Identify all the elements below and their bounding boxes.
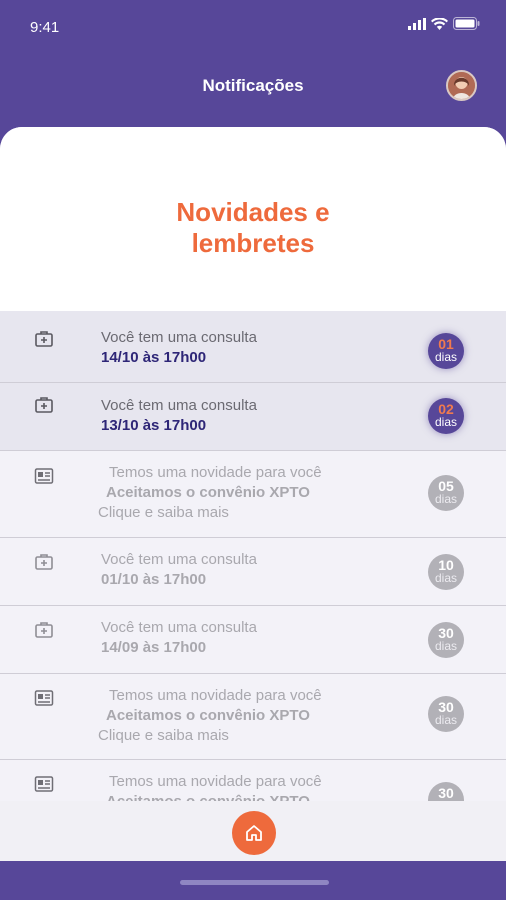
bottom-tab-bar [0, 801, 506, 861]
medical-case-icon [35, 554, 53, 570]
days-count: 02 [438, 401, 454, 417]
notification-title: Você tem uma consulta [101, 397, 257, 414]
days-badge: 10 dias [428, 554, 464, 590]
avatar-photo [448, 72, 475, 99]
notifications-sheet: Novidades e lembretes Você tem uma consu… [0, 127, 506, 861]
days-unit: dias [434, 415, 457, 429]
news-card-icon [34, 776, 54, 792]
notification-cta[interactable]: Clique e saiba mais [98, 726, 322, 746]
days-badge: 02 dias [428, 398, 464, 434]
notification-detail: 01/10 às 17h00 [101, 571, 207, 588]
days-badge: 01 dias [428, 333, 464, 369]
notification-title: Temos uma novidade para você [109, 464, 322, 481]
notification-detail: 13/10 às 17h00 [101, 417, 207, 434]
notification-text: Você tem uma consulta 01/10 às 17h00 [101, 550, 257, 590]
notification-text: Temos uma novidade para você Aceitamos o… [98, 463, 322, 523]
notification-detail: Aceitamos o convênio XPTO [106, 484, 310, 501]
days-count: 05 [438, 478, 454, 494]
notification-text: Você tem uma consulta 14/10 às 17h00 [101, 328, 257, 368]
notification-item[interactable]: Você tem uma consulta 01/10 às 17h00 10 … [0, 538, 506, 606]
notification-item[interactable]: Temos uma novidade para você Aceitamos o… [0, 760, 506, 801]
home-button[interactable] [232, 811, 276, 855]
days-count: 30 [438, 625, 454, 641]
home-indicator[interactable] [180, 880, 329, 885]
notification-detail: Aceitamos o convênio XPTO [98, 792, 322, 801]
days-count: 30 [438, 699, 454, 715]
app-header: Notificações [0, 52, 506, 127]
hero-section: Novidades e lembretes [0, 127, 506, 311]
notification-title: Você tem uma consulta [101, 329, 257, 346]
page-title: Notificações [202, 76, 304, 95]
notification-item[interactable]: Temos uma novidade para você Aceitamos o… [0, 674, 506, 760]
days-unit: dias [434, 713, 457, 727]
medical-case-icon [35, 397, 53, 413]
days-unit: dias [434, 571, 457, 585]
notification-text: Você tem uma consulta 13/10 às 17h00 [101, 396, 257, 436]
notification-detail: 14/10 às 17h00 [101, 349, 207, 366]
notification-list[interactable]: Você tem uma consulta 14/10 às 17h00 01 … [0, 311, 506, 801]
avatar[interactable] [446, 70, 477, 101]
notification-item[interactable]: Você tem uma consulta 13/10 às 17h00 02 … [0, 383, 506, 451]
days-unit: dias [434, 350, 457, 364]
days-unit: dias [434, 639, 457, 653]
notification-item[interactable]: Temos uma novidade para você Aceitamos o… [0, 451, 506, 538]
notification-text: Você tem uma consulta 14/09 às 17h00 [101, 618, 257, 658]
news-card-icon [34, 468, 54, 484]
days-count: 30 [438, 785, 454, 801]
notification-title: Você tem uma consulta [101, 619, 257, 636]
notification-text: Temos uma novidade para você Aceitamos o… [98, 686, 322, 746]
notification-detail: Aceitamos o convênio XPTO [106, 707, 310, 724]
notification-detail: 14/09 às 17h00 [101, 639, 207, 656]
notification-title: Temos uma novidade para você [109, 773, 322, 790]
status-bar: 9:41 [0, 0, 506, 52]
status-icons [408, 17, 480, 30]
days-unit: dias [434, 492, 457, 506]
notification-item[interactable]: Você tem uma consulta 14/09 às 17h00 30 … [0, 606, 506, 674]
battery-icon [453, 17, 480, 30]
medical-case-icon [35, 331, 53, 347]
home-icon [246, 825, 262, 841]
days-count: 10 [438, 557, 454, 573]
notification-title: Temos uma novidade para você [109, 687, 322, 704]
days-badge: 30 dias [428, 782, 464, 801]
notification-title: Você tem uma consulta [101, 551, 257, 568]
signal-icon [408, 17, 426, 30]
days-badge: 30 dias [428, 622, 464, 658]
days-count: 01 [438, 336, 454, 352]
notification-text: Temos uma novidade para você Aceitamos o… [98, 772, 322, 801]
status-time: 9:41 [30, 19, 60, 36]
notification-item[interactable]: Você tem uma consulta 14/10 às 17h00 01 … [0, 311, 506, 383]
wifi-icon [431, 17, 448, 30]
days-badge: 05 dias [428, 475, 464, 511]
medical-case-icon [35, 622, 53, 638]
news-card-icon [34, 690, 54, 706]
days-badge: 30 dias [428, 696, 464, 732]
section-title: Novidades e lembretes [176, 197, 330, 258]
notification-cta[interactable]: Clique e saiba mais [98, 503, 322, 523]
